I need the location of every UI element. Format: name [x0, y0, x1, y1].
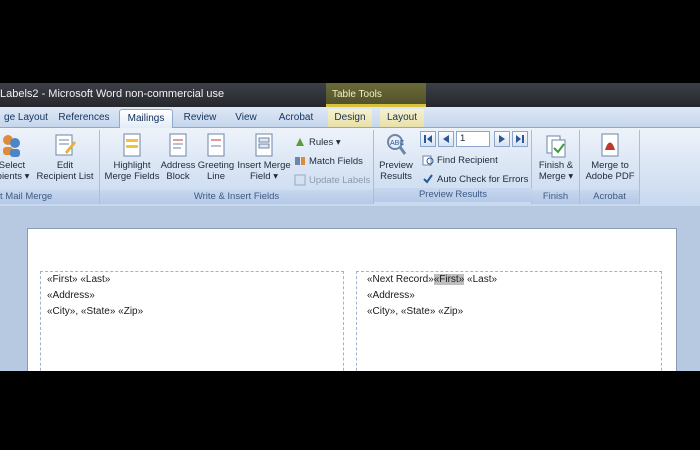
finish-group: Finish & Merge ▾ Finish	[532, 130, 580, 204]
edit-recipient-list-button[interactable]: Edit Recipient List	[36, 132, 94, 182]
merge-pdf-label-1: Merge to	[591, 160, 629, 171]
greeting-line-button[interactable]: Greeting Line	[197, 132, 235, 182]
tab-mailings[interactable]: Mailings	[119, 109, 173, 128]
first-record-icon	[424, 135, 432, 143]
update-labels-icon	[294, 174, 306, 186]
first-field-selected[interactable]: «First»	[433, 274, 465, 285]
auto-check-errors-button[interactable]: Auto Check for Errors	[422, 173, 528, 187]
label2-address-line[interactable]: «Address»	[367, 290, 415, 301]
update-labels-label: Update Labels	[309, 175, 371, 186]
label-cell-1[interactable]: «First» «Last» «Address» «City», «State»…	[40, 271, 344, 371]
acrobat-group: Merge to Adobe PDF Acrobat	[580, 130, 640, 204]
auto-check-icon	[423, 174, 433, 185]
auto-check-label: Auto Check for Errors	[437, 174, 529, 185]
tab-view[interactable]: View	[228, 109, 264, 127]
label1-city-line[interactable]: «City», «State» «Zip»	[47, 306, 143, 317]
tab-acrobat[interactable]: Acrobat	[274, 109, 318, 127]
select-recipients-label-1: Select	[0, 160, 26, 171]
finish-group-label: Finish	[532, 190, 579, 204]
finish-merge-button[interactable]: Finish & Merge ▾	[534, 132, 578, 182]
preview-results-group-label: Preview Results	[374, 188, 532, 202]
finish-merge-icon	[546, 135, 566, 158]
acrobat-group-label: Acrobat	[580, 190, 639, 204]
find-recipient-button[interactable]: Find Recipient	[422, 154, 498, 168]
insert-merge-field-button[interactable]: Insert Merge Field ▾	[236, 132, 292, 182]
edit-list-icon	[55, 134, 76, 156]
tab-review[interactable]: Review	[180, 109, 220, 127]
select-recipients-button[interactable]: Select ipients ▾	[0, 132, 30, 182]
match-fields-button[interactable]: Match Fields	[294, 155, 363, 169]
find-recipient-icon	[422, 155, 434, 166]
label2-city-line[interactable]: «City», «State» «Zip»	[367, 306, 463, 317]
svg-text:ABC: ABC	[390, 140, 404, 147]
adobe-pdf-icon	[601, 133, 619, 157]
preview-results-button[interactable]: ABC Preview Results	[376, 132, 416, 182]
merge-to-adobe-pdf-button[interactable]: Merge to Adobe PDF	[582, 132, 638, 182]
insert-merge-field-label-2: Field	[249, 171, 271, 182]
magnifier-icon: ABC	[387, 134, 407, 155]
ribbon: Select ipients ▾ Edit Recipient List t M…	[0, 128, 700, 206]
update-labels-button[interactable]: Update Labels	[294, 174, 370, 188]
label-cell-2[interactable]: «Next Record»«First» «Last» «Address» «C…	[356, 271, 662, 371]
greeting-line-label-1: Greeting	[197, 160, 235, 171]
insert-merge-field-label-1: Insert Merge	[237, 160, 291, 171]
record-number-input[interactable]: 1	[456, 131, 490, 147]
tab-design[interactable]: Design	[328, 109, 372, 127]
previous-record-icon	[443, 135, 449, 143]
title-bar: Labels2 - Microsoft Word non-commercial …	[0, 83, 700, 107]
greeting-line-icon	[207, 133, 225, 157]
last-record-button[interactable]	[512, 131, 528, 147]
first-record-button[interactable]	[420, 131, 436, 147]
edit-list-label-2: Recipient List	[36, 171, 94, 182]
address-block-button[interactable]: Address Block	[160, 132, 196, 182]
ribbon-tab-bar: ge Layout References Mailings Review Vie…	[0, 107, 700, 128]
start-mail-merge-group: Select ipients ▾ Edit Recipient List t M…	[0, 130, 100, 204]
address-block-icon	[169, 133, 187, 157]
match-fields-label: Match Fields	[309, 156, 363, 167]
highlight-fields-icon	[123, 133, 141, 157]
address-block-label-1: Address	[160, 160, 196, 171]
find-recipient-label: Find Recipient	[437, 155, 498, 166]
greeting-line-label-2: Line	[207, 171, 225, 182]
last-record-icon	[516, 135, 524, 143]
tab-references[interactable]: References	[58, 109, 110, 127]
tab-page-layout[interactable]: ge Layout	[0, 109, 52, 127]
last-field[interactable]: «Last»	[464, 274, 497, 285]
preview-results-label-2: Results	[380, 171, 412, 182]
finish-merge-label-1: Finish &	[538, 160, 574, 171]
preview-results-label-1: Preview	[379, 160, 413, 171]
document-page[interactable]: «First» «Last» «Address» «City», «State»…	[27, 228, 677, 371]
word-window: Labels2 - Microsoft Word non-commercial …	[0, 83, 700, 371]
tab-table-layout[interactable]: Layout	[380, 109, 424, 127]
label1-address-line[interactable]: «Address»	[47, 290, 95, 301]
label1-name-line[interactable]: «First» «Last»	[47, 274, 110, 285]
merge-pdf-label-2: Adobe PDF	[585, 171, 635, 182]
finish-merge-label-2: Merge	[538, 171, 566, 182]
edit-list-label-1: Edit	[56, 160, 74, 171]
document-area: «First» «Last» «Address» «City», «State»…	[0, 206, 700, 371]
previous-record-button[interactable]	[438, 131, 454, 147]
select-recipients-label-2: ipients	[0, 171, 23, 182]
highlight-label-2: Merge Fields	[104, 171, 160, 182]
next-record-field[interactable]: «Next Record»	[367, 274, 434, 285]
rules-button[interactable]: Rules ▾	[294, 136, 341, 150]
window-title: Labels2 - Microsoft Word non-commercial …	[0, 88, 225, 100]
highlight-label-1: Highlight	[113, 160, 151, 171]
highlight-merge-fields-button[interactable]: Highlight Merge Fields	[104, 132, 160, 182]
match-fields-icon	[295, 157, 305, 166]
rules-label: Rules	[309, 137, 334, 148]
next-record-icon	[499, 135, 505, 143]
address-block-label-2: Block	[166, 171, 190, 182]
insert-merge-field-icon	[255, 133, 273, 157]
write-insert-fields-group-label: Write & Insert Fields	[100, 190, 373, 204]
table-tools-context-label: Table Tools	[326, 83, 426, 107]
recipients-icon	[3, 135, 20, 157]
next-record-button[interactable]	[494, 131, 510, 147]
write-insert-fields-group: Highlight Merge Fields Address Block Gre…	[100, 130, 374, 204]
rules-icon	[296, 138, 304, 147]
start-mail-merge-group-label: t Mail Merge	[0, 190, 99, 204]
label2-name-line[interactable]: «Next Record»«First» «Last»	[367, 274, 497, 285]
